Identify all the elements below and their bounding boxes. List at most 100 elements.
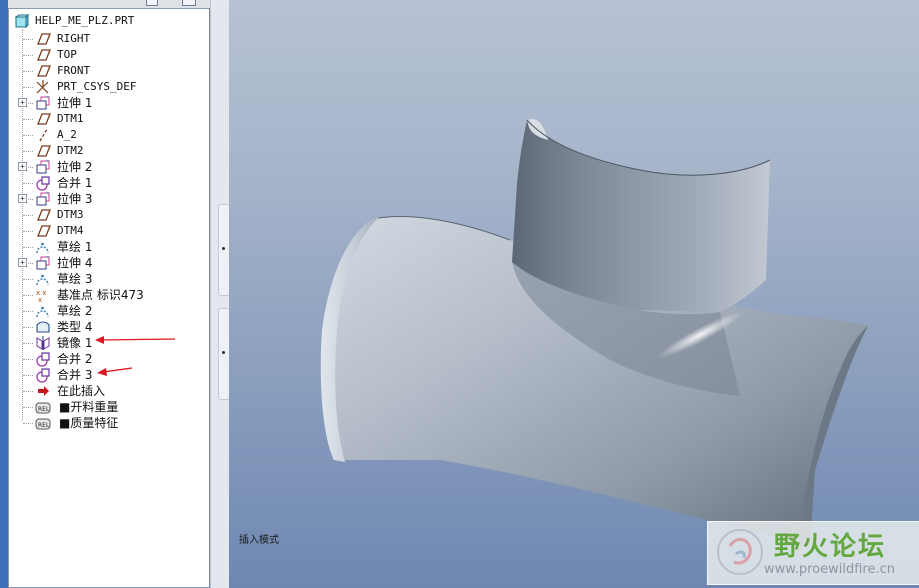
model-tree-item[interactable]: DTM1 <box>9 111 209 127</box>
model-tree-root[interactable]: HELP_ME_PLZ.PRT <box>15 13 134 29</box>
graphics-viewport[interactable] <box>229 0 919 588</box>
model-tree-item-label: FRONT <box>57 64 91 77</box>
tree-connector <box>23 247 33 248</box>
tree-connector <box>23 183 33 184</box>
model-tree-item-label: DTM1 <box>57 112 84 125</box>
datum-point-icon: x xx <box>36 289 47 303</box>
tee-pipe-model <box>320 119 868 546</box>
model-tree-item-label: 拉伸 3 <box>57 192 93 206</box>
tree-connector <box>23 311 33 312</box>
expand-toggle[interactable]: + <box>18 98 27 107</box>
model-tree-root-label: HELP_ME_PLZ.PRT <box>35 14 135 27</box>
model-tree-item[interactable]: 草绘 2 <box>9 303 209 319</box>
model-tree-item[interactable]: 镜像 1 <box>9 335 209 351</box>
expand-toggle[interactable]: + <box>18 194 27 203</box>
extrude-icon <box>36 192 50 206</box>
window-edge <box>0 0 8 588</box>
forum-watermark: 野火论坛 www.proewildfire.cn <box>707 521 919 585</box>
watermark-title: 野火论坛 <box>774 532 887 562</box>
model-tree-item[interactable]: 合并 2 <box>9 351 209 367</box>
model-tree-item[interactable]: + 拉伸 2 <box>9 159 209 175</box>
model-tree-item-label: 合并 1 <box>57 176 93 190</box>
model-tree-item-label: 镜像 1 <box>57 336 93 350</box>
datum-plane-icon <box>37 113 51 125</box>
expand-toggle[interactable]: + <box>18 162 27 171</box>
model-tree-item[interactable]: DTM3 <box>9 207 209 223</box>
datum-plane-icon <box>37 225 51 237</box>
model-tree-item[interactable]: x x x 基准点 标识473 <box>9 287 209 303</box>
model-tree-item[interactable]: REL ■质量特征 <box>9 415 209 431</box>
model-tree-item-label: 合并 3 <box>57 368 93 382</box>
toolbar-remnant <box>8 0 220 8</box>
model-tree-item-label: 类型 4 <box>57 320 93 334</box>
model-tree-item-label: PRT_CSYS_DEF <box>57 80 137 93</box>
model-tree-item-label: 拉伸 1 <box>57 96 93 110</box>
model-tree-item-label: ■开料重量 <box>59 400 119 414</box>
watermark-url: www.proewildfire.cn <box>764 562 895 577</box>
model-tree-item[interactable]: PRT_CSYS_DEF <box>9 79 209 95</box>
model-tree-item-label: 合并 2 <box>57 352 93 366</box>
model-tree-item-label: 在此插入 <box>57 384 106 398</box>
merge-icon <box>36 368 50 383</box>
tree-connector <box>23 215 33 216</box>
model-tree-item[interactable]: 草绘 1 <box>9 239 209 255</box>
toolbar-icon[interactable] <box>146 0 158 6</box>
relation-param-icon: REL <box>35 402 51 414</box>
model-tree-item[interactable]: REL ■开料重量 <box>9 399 209 415</box>
model-tree-item[interactable]: 在此插入 <box>9 383 209 399</box>
part-icon <box>15 14 29 28</box>
tree-connector <box>23 71 33 72</box>
insert-here-arrow-icon <box>38 386 49 396</box>
model-tree-item[interactable]: DTM4 <box>9 223 209 239</box>
tree-connector <box>23 119 33 120</box>
model-tree-item[interactable]: TOP <box>9 47 209 63</box>
model-tree-item[interactable]: + 拉伸 3 <box>9 191 209 207</box>
datum-plane-icon <box>37 49 51 61</box>
extrude-icon <box>36 256 50 270</box>
model-tree-item-label: 基准点 标识473 <box>57 288 144 302</box>
model-tree-item[interactable]: 合并 1 <box>9 175 209 191</box>
tree-connector <box>23 151 33 152</box>
datum-plane-icon <box>37 65 51 77</box>
model-tree-item-label: 草绘 2 <box>57 304 93 318</box>
csys-icon <box>36 80 49 94</box>
datum-plane-icon <box>37 209 51 221</box>
model-tree-item-label: DTM4 <box>57 224 84 237</box>
model-tree-item-label: DTM2 <box>57 144 84 157</box>
svg-text:x: x <box>38 296 42 303</box>
merge-icon <box>36 176 50 191</box>
expand-toggle[interactable]: + <box>18 258 27 267</box>
tree-connector <box>23 295 33 296</box>
model-tree-item[interactable]: 类型 4 <box>9 319 209 335</box>
relation-param-icon: REL <box>35 418 51 430</box>
model-tree-item[interactable]: 合并 3 <box>9 367 209 383</box>
model-tree-item[interactable]: RIGHT <box>9 31 209 47</box>
forum-logo-icon <box>717 529 763 575</box>
tree-connector <box>23 231 33 232</box>
tree-connector <box>23 359 33 360</box>
tree-connector <box>23 391 33 392</box>
model-tree-item[interactable]: DTM2 <box>9 143 209 159</box>
tree-connector <box>23 39 33 40</box>
model-tree-item[interactable]: A_2 <box>9 127 209 143</box>
tree-connector <box>23 375 33 376</box>
toolbar-icon[interactable] <box>182 0 196 6</box>
sketch-icon <box>36 306 49 318</box>
model-tree-item-label: 拉伸 4 <box>57 256 93 270</box>
model-tree-item-label: 草绘 3 <box>57 272 93 286</box>
model-tree-item-label: 拉伸 2 <box>57 160 93 174</box>
merge-icon <box>36 352 50 367</box>
svg-text:REL: REL <box>38 422 50 429</box>
model-tree-item-label: ■质量特征 <box>59 416 119 430</box>
model-tree-item[interactable]: + 拉伸 4 <box>9 255 209 271</box>
model-tree-item[interactable]: 草绘 3 <box>9 271 209 287</box>
model-tree-item-label: 草绘 1 <box>57 240 93 254</box>
svg-text:REL: REL <box>38 406 50 413</box>
model-tree-item[interactable]: FRONT <box>9 63 209 79</box>
tree-connector <box>23 407 33 408</box>
panel-splitter[interactable] <box>210 0 230 588</box>
tree-connector <box>23 135 33 136</box>
datum-plane-icon <box>37 145 51 157</box>
model-tree-item[interactable]: + 拉伸 1 <box>9 95 209 111</box>
model-tree-item-label: DTM3 <box>57 208 84 221</box>
